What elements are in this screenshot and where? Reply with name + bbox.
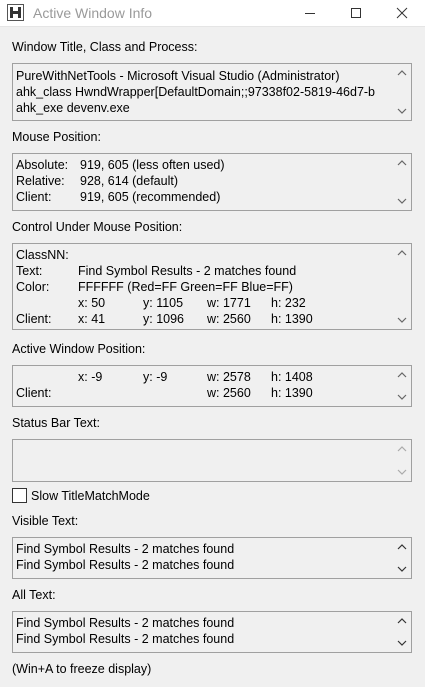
close-icon bbox=[396, 7, 408, 19]
control-client-h: h: 1390 bbox=[271, 312, 313, 326]
visible-text-label: Visible Text: bbox=[12, 514, 79, 528]
scroll-arrows[interactable] bbox=[393, 154, 411, 210]
scroll-down-icon[interactable] bbox=[396, 638, 408, 648]
scroll-arrows[interactable] bbox=[393, 612, 411, 652]
scroll-down-icon[interactable] bbox=[396, 564, 408, 574]
relative-key: Relative: bbox=[16, 174, 65, 188]
visible-text-line: Find Symbol Results - 2 matches found bbox=[16, 542, 235, 556]
control-client-x: x: 41 bbox=[78, 312, 106, 326]
active-pos-y: y: -9 bbox=[143, 370, 168, 384]
control-client-key: Client: bbox=[16, 312, 52, 326]
absolute-key: Absolute: bbox=[16, 158, 69, 172]
all-text-label: All Text: bbox=[12, 588, 56, 602]
active-pos-w: w: 2578 bbox=[207, 370, 251, 384]
window-title-line: PureWithNetTools - Microsoft Visual Stud… bbox=[16, 69, 340, 83]
active-pos-h: h: 1408 bbox=[271, 370, 313, 384]
scroll-arrows[interactable] bbox=[393, 440, 411, 481]
active-window-textbox[interactable]: x: -9 y: -9 w: 2578 h: 1408 Client: w: 2… bbox=[12, 365, 412, 407]
color-key: Color: bbox=[16, 280, 50, 294]
active-client-w: w: 2560 bbox=[207, 386, 251, 400]
minimize-button[interactable] bbox=[287, 0, 333, 26]
scroll-down-icon[interactable] bbox=[396, 196, 408, 206]
minimize-icon bbox=[305, 13, 315, 14]
scroll-up-icon[interactable] bbox=[396, 158, 408, 168]
scroll-down-icon[interactable] bbox=[396, 392, 408, 402]
control-pos-w: w: 1771 bbox=[207, 296, 251, 310]
mouse-position-textbox[interactable]: Absolute: 919, 605 (less often used) Rel… bbox=[12, 153, 412, 211]
slow-titlematchmode-label[interactable]: Slow TitleMatchMode bbox=[31, 489, 150, 503]
active-window-label: Active Window Position: bbox=[12, 342, 146, 356]
status-bar-label: Status Bar Text: bbox=[12, 416, 101, 430]
control-label: Control Under Mouse Position: bbox=[12, 220, 183, 234]
scroll-down-icon[interactable] bbox=[396, 106, 408, 116]
window-title: Active Window Info bbox=[33, 5, 153, 21]
scroll-up-icon[interactable] bbox=[396, 444, 408, 454]
scroll-arrows[interactable] bbox=[393, 64, 411, 120]
color-value: FFFFFF (Red=FF Green=FF Blue=FF) bbox=[78, 280, 293, 294]
autohotkey-h-icon bbox=[7, 4, 24, 21]
control-pos-x: x: 50 bbox=[78, 296, 106, 310]
control-pos-y: y: 1105 bbox=[143, 296, 184, 310]
scroll-up-icon[interactable] bbox=[396, 542, 408, 552]
window-class-line: ahk_class HwndWrapper[DefaultDomain;;973… bbox=[16, 85, 376, 99]
title-bar[interactable]: Active Window Info bbox=[0, 0, 425, 27]
maximize-icon bbox=[351, 8, 361, 18]
maximize-button[interactable] bbox=[333, 0, 379, 26]
client-value: 919, 605 (recommended) bbox=[80, 190, 221, 204]
freeze-hint: (Win+A to freeze display) bbox=[12, 662, 152, 676]
close-button[interactable] bbox=[379, 0, 425, 26]
absolute-value: 919, 605 (less often used) bbox=[80, 158, 225, 172]
client-key: Client: bbox=[16, 190, 52, 204]
window-title-textbox[interactable]: PureWithNetTools - Microsoft Visual Stud… bbox=[12, 63, 412, 121]
control-text-key: Text: bbox=[16, 264, 43, 278]
control-client-y: y: 1096 bbox=[143, 312, 185, 326]
scroll-up-icon[interactable] bbox=[396, 68, 408, 78]
control-text-value: Find Symbol Results - 2 matches found bbox=[78, 264, 297, 278]
scroll-up-icon[interactable] bbox=[396, 616, 408, 626]
scroll-up-icon[interactable] bbox=[396, 248, 408, 258]
all-text-textbox[interactable]: Find Symbol Results - 2 matches found Fi… bbox=[12, 611, 412, 653]
scroll-down-icon[interactable] bbox=[396, 467, 408, 477]
classnn-key: ClassNN: bbox=[16, 248, 69, 262]
mouse-position-label: Mouse Position: bbox=[12, 130, 101, 144]
scroll-up-icon[interactable] bbox=[396, 370, 408, 380]
window-exe-line: ahk_exe devenv.exe bbox=[16, 101, 130, 115]
visible-text-line: Find Symbol Results - 2 matches found bbox=[16, 558, 235, 572]
scroll-down-icon[interactable] bbox=[396, 315, 408, 325]
relative-value: 928, 614 (default) bbox=[80, 174, 178, 188]
active-pos-x: x: -9 bbox=[78, 370, 103, 384]
control-textbox[interactable]: ClassNN: Text: Find Symbol Results - 2 m… bbox=[12, 243, 412, 330]
active-client-key: Client: bbox=[16, 386, 52, 400]
scroll-arrows[interactable] bbox=[393, 366, 411, 406]
slow-titlematchmode-checkbox[interactable] bbox=[12, 488, 27, 503]
scroll-arrows[interactable] bbox=[393, 538, 411, 578]
window-title-label: Window Title, Class and Process: bbox=[12, 40, 198, 54]
all-text-line: Find Symbol Results - 2 matches found bbox=[16, 632, 235, 646]
status-bar-textbox[interactable] bbox=[12, 439, 412, 482]
control-pos-h: h: 232 bbox=[271, 296, 306, 310]
control-client-w: w: 2560 bbox=[207, 312, 251, 326]
active-client-h: h: 1390 bbox=[271, 386, 313, 400]
visible-text-textbox[interactable]: Find Symbol Results - 2 matches found Fi… bbox=[12, 537, 412, 579]
all-text-line: Find Symbol Results - 2 matches found bbox=[16, 616, 235, 630]
scroll-arrows[interactable] bbox=[393, 244, 411, 329]
